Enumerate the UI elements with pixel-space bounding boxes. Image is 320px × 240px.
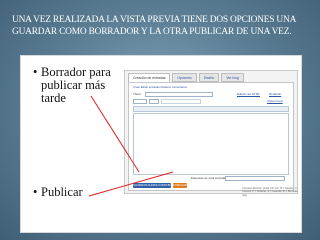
preview-link[interactable]: Vista previa: [267, 99, 283, 103]
bullet-marker: •: [33, 65, 38, 79]
bullet-publish-text: Publicar: [41, 185, 83, 199]
editor-top-links[interactable]: Crear Editar entradas Moderar comentario…: [133, 85, 187, 89]
format-buttons[interactable]: [161, 99, 201, 104]
tab-create-posts[interactable]: Creación de entradas: [128, 73, 171, 82]
format-row: Vista previa: [133, 99, 289, 105]
size-select[interactable]: [149, 99, 159, 104]
html-edit-link[interactable]: Edición de HTML: [237, 92, 260, 96]
bullet-publish: • Publicar: [33, 185, 83, 199]
title-input[interactable]: [145, 92, 213, 97]
tags-input[interactable]: [225, 176, 285, 181]
presentation-slide: Una vez realizada la vista previa tiene …: [0, 0, 320, 240]
slide-content-area: • Borrador para publicar más tarde • Pub…: [20, 55, 302, 233]
blogger-editor-screenshot: Creación de entradas Opciones Diseño Ver…: [124, 70, 298, 197]
shortcuts-note: Accesos directos: pulsa Ctrl con: B = Ne…: [242, 187, 298, 197]
editor-tabs: Creación de entradas Opciones Diseño Ver…: [128, 73, 244, 82]
title-label: Título:: [133, 92, 142, 96]
title-row: Título: Edición de HTML Redactar: [133, 92, 289, 98]
bullet-marker: •: [33, 185, 38, 199]
save-draft-button[interactable]: GUARDAR AHORA COMO BORRADOR: [133, 183, 171, 188]
tab-options[interactable]: Opciones: [172, 73, 197, 82]
tags-label: Etiquetas de esta entrada:: [191, 176, 227, 180]
bullet-draft-text: Borrador para publicar más tarde: [41, 65, 111, 105]
publish-button[interactable]: PUBLICAR: [173, 183, 187, 188]
slide-title: Una vez realizada la vista previa tiene …: [12, 15, 296, 37]
bullet-draft: • Borrador para publicar más tarde: [33, 65, 111, 105]
font-select[interactable]: [133, 99, 147, 104]
tags-row: Etiquetas de esta entrada:: [133, 176, 289, 181]
tab-design[interactable]: Diseño: [198, 73, 220, 82]
tab-view-blog[interactable]: Ver blog: [221, 73, 244, 82]
editor-toolbar: [133, 106, 289, 112]
editor-panel: Crear Editar entradas Moderar comentario…: [128, 82, 298, 197]
compose-link[interactable]: Redactar: [269, 92, 281, 96]
post-body-editor[interactable]: [133, 113, 289, 175]
